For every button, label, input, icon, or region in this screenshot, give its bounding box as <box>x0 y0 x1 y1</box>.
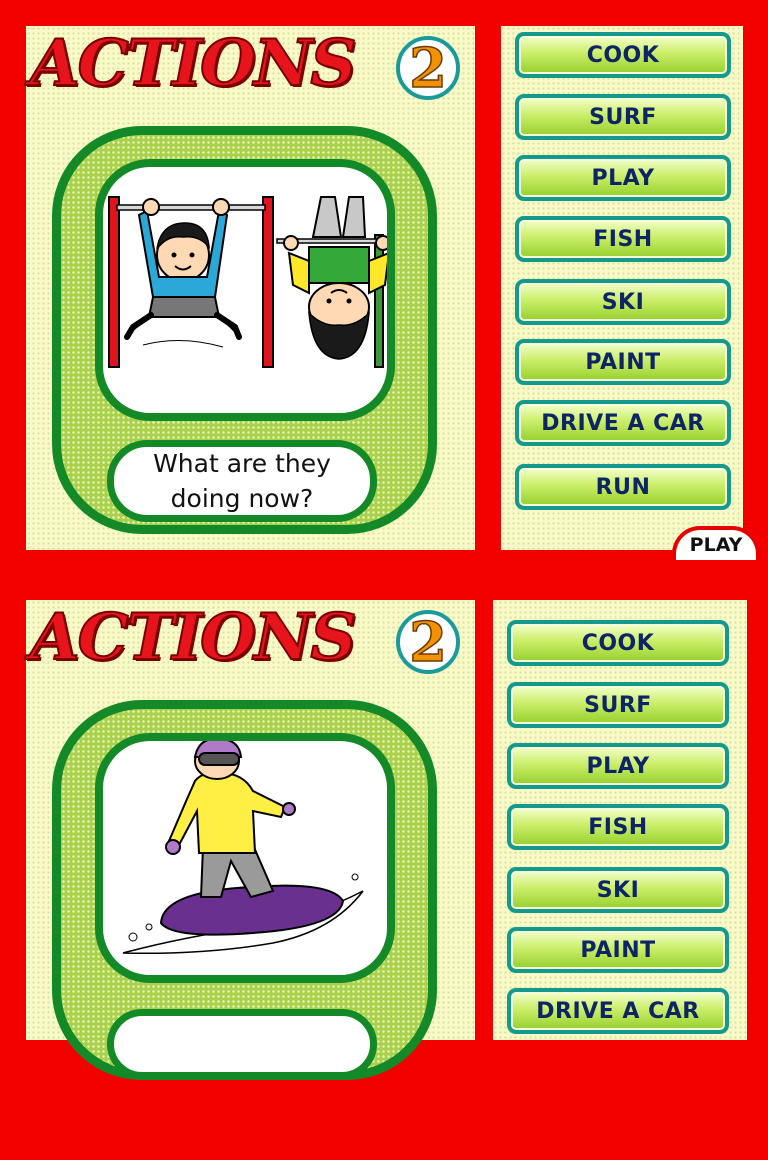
answer-button-drive-a-car[interactable]: DRIVE A CAR <box>515 400 731 446</box>
answer-button-play[interactable]: PLAY <box>515 155 731 201</box>
answer-button-surf[interactable]: SURF <box>515 94 731 140</box>
snowboarder-illustration <box>122 741 364 955</box>
question-line-2: doing now? <box>170 484 314 513</box>
answer-button-cook[interactable]: COOK <box>507 620 729 666</box>
slide-2: ACTIONS 2 COOK SURF PLAY FISH SKI PAINT … <box>0 600 768 1160</box>
picture-screen <box>95 733 395 983</box>
answer-button-play[interactable]: PLAY <box>507 743 729 789</box>
question-line-1: What are they <box>153 449 331 478</box>
answer-panel: COOK SURF PLAY FISH SKI PAINT DRIVE A CA… <box>493 600 747 1040</box>
answer-button-paint[interactable]: PAINT <box>507 927 729 973</box>
picture-frame: What are they doing now? <box>52 126 437 534</box>
answer-panel: COOK SURF PLAY FISH SKI PAINT DRIVE A CA… <box>501 26 743 550</box>
picture-panel: ACTIONS 2 <box>26 26 475 550</box>
answer-button-paint[interactable]: PAINT <box>515 339 731 385</box>
picture-frame <box>52 700 437 1080</box>
question-box <box>107 1009 377 1079</box>
question-box: What are they doing now? <box>107 440 377 522</box>
play-button[interactable]: PLAY <box>672 526 760 560</box>
game-number-badge: 2 <box>396 610 460 674</box>
answer-button-run[interactable]: RUN <box>515 464 731 510</box>
answer-button-drive-a-car[interactable]: DRIVE A CAR <box>507 988 729 1034</box>
picture-panel: ACTIONS 2 <box>26 600 475 1080</box>
answer-button-cook[interactable]: COOK <box>515 32 731 78</box>
answer-button-fish[interactable]: FISH <box>515 216 731 262</box>
game-number-badge: 2 <box>396 36 460 100</box>
game-title: ACTIONS <box>29 26 358 101</box>
answer-button-ski[interactable]: SKI <box>515 279 731 325</box>
answer-button-ski[interactable]: SKI <box>507 867 729 913</box>
answer-button-fish[interactable]: FISH <box>507 804 729 850</box>
answer-button-surf[interactable]: SURF <box>507 682 729 728</box>
game-title: ACTIONS <box>29 600 358 675</box>
picture-screen <box>95 159 395 421</box>
kids-hanging-on-bars-illustration <box>108 196 387 368</box>
slide-1: ACTIONS 2 What are they doing now? COOK … <box>0 0 768 560</box>
